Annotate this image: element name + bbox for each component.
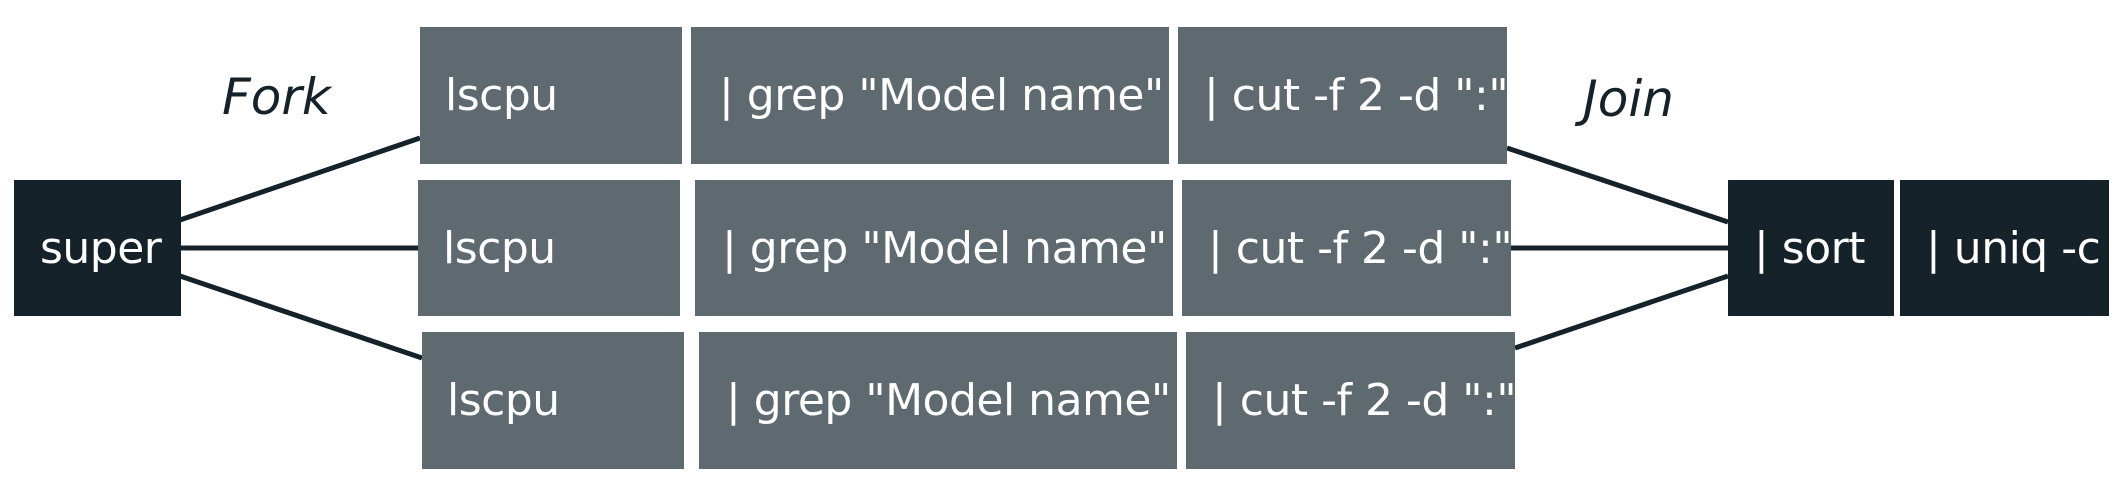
join-line-1 — [1506, 145, 1729, 225]
pipeline-3-stage-grep: | grep "Model name" — [699, 332, 1177, 469]
pipeline-2-stage-lscpu: lscpu — [418, 180, 680, 316]
sink-uniq-box: | uniq -c — [1900, 180, 2109, 316]
fork-line-1 — [179, 135, 421, 223]
pipeline-2-stage-grep: | grep "Model name" — [695, 180, 1173, 316]
join-line-3 — [1514, 273, 1729, 351]
fork-join-diagram: Fork Join super lscpu | grep "Model name… — [0, 0, 2122, 480]
source-super-text: super — [40, 222, 162, 274]
sink-sort-box: | sort — [1728, 180, 1894, 316]
pipeline-3-stage-lscpu: lscpu — [422, 332, 684, 469]
fork-label: Fork — [222, 68, 331, 126]
pipeline-1-stage-lscpu: lscpu — [420, 27, 682, 164]
fork-line-3 — [179, 273, 423, 361]
join-label: Join — [1583, 70, 1674, 128]
pipeline-3-stage-cut: | cut -f 2 -d ":" — [1186, 332, 1517, 469]
pipeline-1-stage-cut: | cut -f 2 -d ":" — [1178, 27, 1509, 164]
pipeline-1-stage-grep: | grep "Model name" — [691, 27, 1169, 164]
pipeline-2-stage-cut: | cut -f 2 -d ":" — [1182, 180, 1513, 316]
source-super-box: super — [14, 180, 181, 316]
